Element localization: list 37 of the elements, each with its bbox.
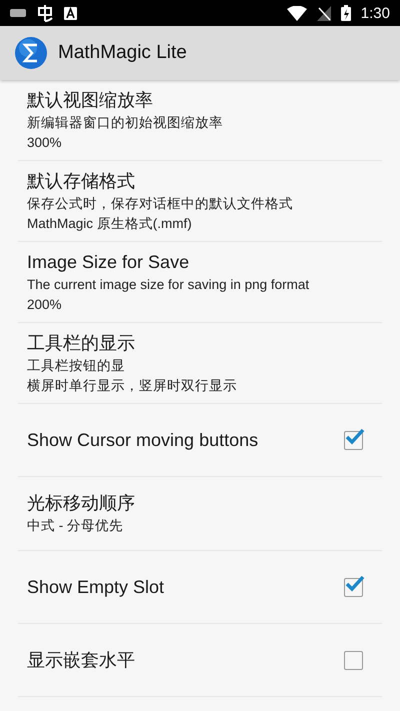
checkbox[interactable] — [344, 578, 363, 596]
setting-summary: 中式 - 分母优先 — [27, 517, 124, 535]
setting-title: 光标移动顺序 — [27, 492, 136, 515]
clock: 1:30 — [360, 4, 390, 22]
checkbox[interactable] — [344, 430, 363, 450]
setting-title: Show Empty Slot — [27, 576, 166, 599]
setting-item[interactable]: 光标移动顺序 中式 - 分母优先 — [18, 477, 382, 551]
app-icon — [64, 6, 77, 20]
app-logo-icon — [14, 36, 48, 70]
battery-icon — [340, 5, 351, 21]
setting-item[interactable]: 默认视图缩放率 新编辑器窗口的初始视图缩放率 300% — [18, 80, 382, 161]
app-title: MathMagic Lite — [58, 42, 187, 64]
checkbox[interactable] — [344, 650, 363, 670]
setting-item[interactable]: 默认存储格式 保存公式时，保存对话框中的默认文件格式 MathMagic 原生格式(.mmf) — [18, 161, 382, 242]
setting-title: Show Cursor moving buttons — [27, 428, 260, 452]
setting-title: 默认视图缩放率 — [27, 88, 154, 112]
setting-title: 显示嵌套水平 — [27, 648, 136, 672]
setting-summary: 新编辑器窗口的初始视图缩放率 — [27, 114, 224, 132]
setting-value: 200% — [27, 296, 63, 314]
setting-value: 300% — [27, 134, 63, 152]
setting-summary: The current image size for saving in png format — [27, 276, 310, 294]
setting-item[interactable]: Show Empty Slot — [18, 551, 382, 624]
setting-title: 默认存储格式 — [27, 170, 136, 192]
notification-icon — [10, 9, 26, 17]
setting-value: 横屏时单行显示，竖屏时双行显示 — [27, 376, 238, 394]
setting-item[interactable]: 工具栏的显示 工具栏按钮的显 横屏时单行显示，竖屏时双行显示 — [18, 323, 382, 404]
setting-summary: 保存公式时，保存对话框中的默认文件格式 — [27, 194, 294, 212]
setting-item[interactable]: Show Cursor moving buttons — [18, 404, 382, 477]
setting-title: 工具栏的显示 — [27, 332, 136, 354]
setting-item[interactable]: 显示嵌套水平 — [18, 624, 382, 697]
setting-title: Image Size for Save — [27, 250, 190, 274]
setting-item[interactable]: Image Size for Save The current image size for saving in png format 200% — [18, 242, 382, 323]
app-icon — [36, 4, 54, 22]
wifi-icon — [286, 6, 307, 20]
setting-summary: 工具栏按钮的显 — [27, 356, 126, 374]
signal-icon — [316, 6, 331, 20]
setting-value: MathMagic 原生格式(.mmf) — [27, 214, 193, 233]
